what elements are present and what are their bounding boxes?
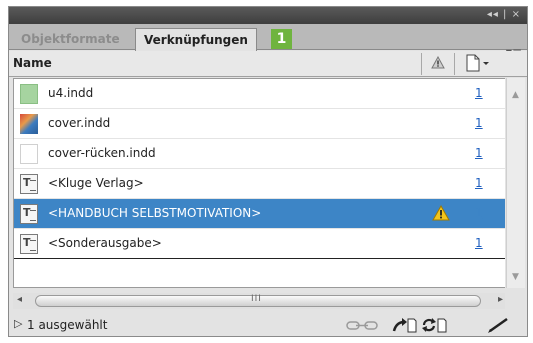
link-page-count[interactable]: 1 xyxy=(475,236,483,250)
scroll-up-icon[interactable]: ▲ xyxy=(512,90,519,100)
tab-links[interactable]: Verknüpfungen xyxy=(135,28,257,51)
tab-bar: Objektformate Verknüpfungen ▾≡ xyxy=(9,24,527,59)
scroll-down-icon[interactable]: ▼ xyxy=(512,272,519,282)
go-to-link-icon[interactable] xyxy=(392,317,418,333)
link-row-selected[interactable]: <HANDBUCH SELBSTMOTIVATION> 1 xyxy=(14,199,505,229)
link-row[interactable]: <Sonderausgabe> 1 xyxy=(14,229,505,259)
links-list: u4.indd 1 cover.indd 1 cover-rücken.indd… xyxy=(13,78,505,288)
horizontal-scrollbar[interactable]: ◂ III ▸ xyxy=(13,293,505,309)
panel-footer: ▷ 1 ausgewählt xyxy=(9,313,527,337)
link-name: u4.indd xyxy=(48,86,94,100)
callout-badge: 1 xyxy=(271,29,292,49)
edit-original-icon[interactable] xyxy=(487,317,511,333)
scrollbar-thumb[interactable]: III xyxy=(35,294,481,307)
link-name: cover.indd xyxy=(48,116,111,130)
text-frame-icon xyxy=(20,174,38,194)
status-column-warning-icon[interactable] xyxy=(431,55,445,72)
text-frame-icon xyxy=(20,234,38,254)
link-page-count[interactable]: 1 xyxy=(475,146,483,160)
scroll-left-icon[interactable]: ◂ xyxy=(17,294,22,305)
link-page-count[interactable]: 1 xyxy=(475,86,483,100)
expand-triangle-icon[interactable]: ▷ xyxy=(14,317,22,330)
link-row[interactable]: cover-rücken.indd 1 xyxy=(14,139,505,169)
name-column-header[interactable]: Name xyxy=(13,56,52,70)
scrollbar-grip: III xyxy=(251,294,262,304)
column-header: Name xyxy=(9,51,527,77)
selection-status: 1 ausgewählt xyxy=(27,318,108,332)
column-divider xyxy=(454,53,455,75)
tab-object-styles[interactable]: Objektformate xyxy=(13,28,128,50)
window-controls[interactable]: ◂◂ | × xyxy=(487,9,521,20)
warning-icon xyxy=(432,204,450,224)
relink-from-cc-icon[interactable] xyxy=(346,317,380,333)
link-name: cover-rücken.indd xyxy=(48,146,156,160)
link-name: <Sonderausgabe> xyxy=(48,236,162,250)
link-name: <HANDBUCH SELBSTMOTIVATION> xyxy=(48,206,262,220)
links-panel: ◂◂ | × Objektformate Verknüpfungen ▾≡ 1 … xyxy=(8,6,528,337)
panel-titlebar: ◂◂ | × xyxy=(9,7,527,24)
cover-thumbnail-icon xyxy=(20,114,38,134)
vertical-scrollbar[interactable]: ▲ ▼ xyxy=(506,78,525,288)
page-column-icon[interactable] xyxy=(464,54,492,75)
scroll-right-icon[interactable]: ▸ xyxy=(498,294,503,305)
blank-page-icon xyxy=(20,144,38,164)
link-row[interactable]: cover.indd 1 xyxy=(14,109,505,139)
link-page-count[interactable]: 1 xyxy=(475,116,483,130)
page-thumbnail-icon xyxy=(20,84,38,104)
link-row[interactable]: u4.indd 1 xyxy=(14,79,505,109)
link-row[interactable]: <Kluge Verlag> 1 xyxy=(14,169,505,199)
link-name: <Kluge Verlag> xyxy=(48,176,144,190)
link-page-count[interactable]: 1 xyxy=(475,206,483,220)
update-link-icon[interactable] xyxy=(421,317,449,333)
text-frame-icon xyxy=(20,204,38,224)
link-page-count[interactable]: 1 xyxy=(475,176,483,190)
column-divider xyxy=(421,53,422,75)
